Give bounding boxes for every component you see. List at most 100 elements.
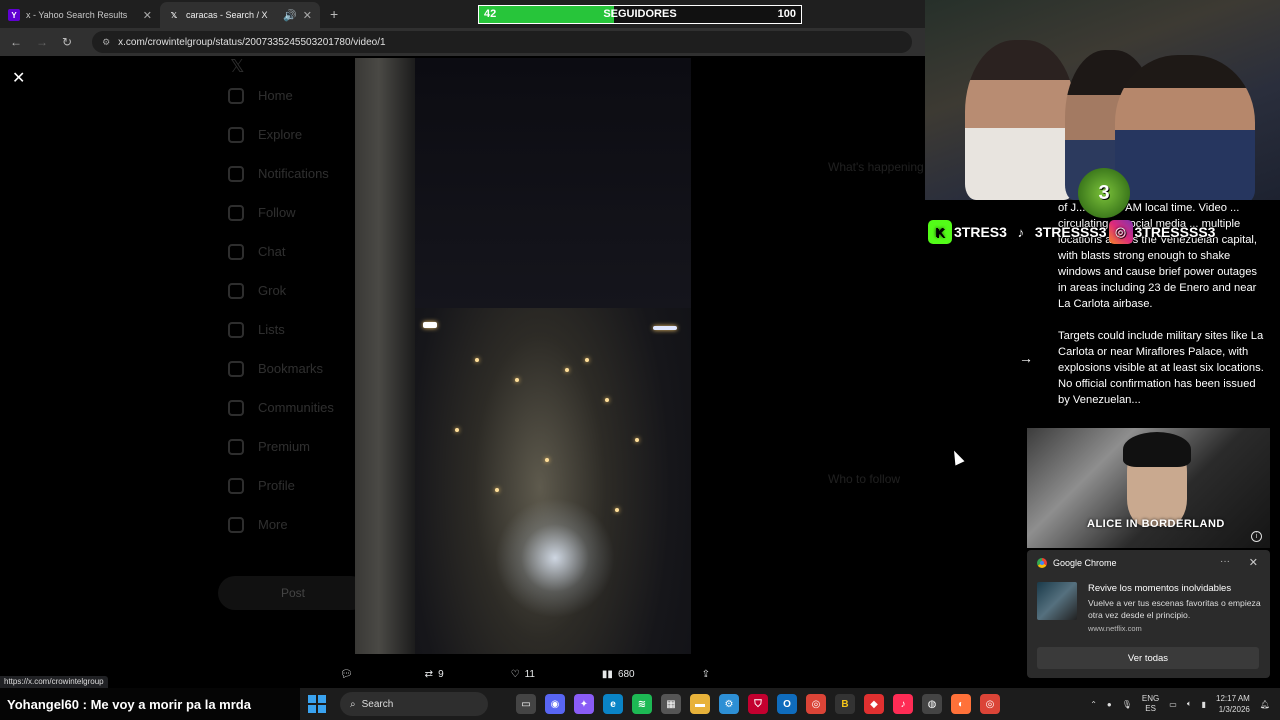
yahoo-icon: Y	[8, 9, 20, 21]
share-button[interactable]: ⇪	[702, 669, 710, 680]
info-icon[interactable]: i	[1251, 531, 1262, 542]
chrome-notification[interactable]: Google Chrome ··· ✕ Revive los momentos …	[1027, 550, 1270, 678]
tab-title: caracas - Search / X	[186, 10, 268, 20]
chevron-up-icon[interactable]: ⌃	[1090, 700, 1097, 709]
mic-icon[interactable]: 🎙︎	[1122, 700, 1132, 709]
night-sky	[415, 58, 691, 309]
more-options-icon[interactable]: ···	[1220, 556, 1230, 567]
edge-icon[interactable]: e	[603, 694, 623, 714]
new-tab-button[interactable]: +	[320, 6, 348, 28]
nav-explore[interactable]: Explore	[218, 115, 358, 154]
nav-notifications[interactable]: Notifications	[218, 154, 358, 193]
battery-icon[interactable]: ▮	[1202, 700, 1206, 709]
like-button[interactable]: ♡ 11	[511, 669, 535, 680]
notification-header: Google Chrome	[1037, 558, 1117, 568]
repost-button[interactable]: ⇄ 9	[425, 669, 444, 680]
settings-app-icon[interactable]: ⚙	[719, 694, 739, 714]
chrome-icon[interactable]: ◎	[806, 694, 826, 714]
windows-taskbar: ⌕ Search ▭ ◉ ✦ e ≋ ▦ ▬ ⚙ ⛉ O ◎ B ◆ ♪ ◍ ◐…	[300, 688, 1280, 720]
notification-title: Revive los momentos inolvidables	[1088, 583, 1232, 594]
tab-yahoo[interactable]: Y x - Yahoo Search Results ✕	[0, 2, 160, 28]
video-player[interactable]	[355, 58, 691, 654]
instagram-handle: 3TRESSSS3	[1134, 224, 1216, 240]
chat-message: Yohangel60 : Me voy a morir pa la mrda	[0, 688, 300, 720]
notification-bell-icon[interactable]: 🔔︎	[1260, 700, 1270, 709]
city-light	[635, 438, 639, 442]
kick-handle: 3TRES3	[954, 224, 1007, 240]
netflix-ad[interactable]: ALICE IN BORDERLAND i	[1027, 428, 1270, 548]
volume-icon[interactable]: 🔈︎	[1187, 699, 1192, 709]
firefox-icon[interactable]: ◐	[951, 694, 971, 714]
chrome-icon[interactable]: ◎	[980, 694, 1000, 714]
bell-icon	[228, 165, 244, 182]
x-nav-dimmed: 𝕏 Home Explore Notifications Follow Chat…	[218, 56, 358, 544]
instagram-icon: ◎	[1108, 220, 1133, 244]
close-tab-icon[interactable]: ✕	[143, 9, 152, 22]
taskbar-search[interactable]: ⌕ Search	[340, 692, 488, 716]
close-icon[interactable]: ✕	[12, 68, 25, 88]
close-tab-icon[interactable]: ✕	[303, 9, 312, 22]
nav-premium[interactable]: Premium	[218, 427, 358, 466]
b-app-icon[interactable]: B	[835, 694, 855, 714]
x-sidebar-dimmed: What's happening Who to follow	[828, 156, 924, 490]
store-icon[interactable]: ▦	[661, 694, 681, 714]
nav-bookmarks[interactable]: Bookmarks	[218, 349, 358, 388]
site-info-icon[interactable]: ⚙	[102, 37, 110, 48]
nav-chat[interactable]: Chat	[218, 232, 358, 271]
clock[interactable]: 12:17 AM 1/3/2026	[1216, 693, 1250, 715]
ver-todas-button[interactable]: Ver todas	[1037, 647, 1259, 669]
nav-communities[interactable]: Communities	[218, 388, 358, 427]
post-button[interactable]: Post	[218, 576, 368, 610]
channel-logo: 3	[1078, 168, 1130, 218]
people-icon	[228, 399, 244, 416]
windows-start-icon[interactable]	[308, 695, 326, 713]
x-video-viewer: 𝕏 Home Explore Notifications Follow Chat…	[0, 56, 925, 688]
tray-app-icon[interactable]: ●	[1107, 700, 1112, 709]
streamer-3	[1115, 55, 1255, 200]
file-explorer-icon[interactable]: ▬	[690, 694, 710, 714]
nav-more[interactable]: More	[218, 505, 358, 544]
speaker-icon[interactable]: 🔊	[283, 9, 297, 22]
close-icon[interactable]: ✕	[1249, 556, 1258, 569]
notification-url: www.netflix.com	[1088, 624, 1142, 633]
search-icon: ⌕	[350, 698, 356, 710]
obs-icon[interactable]: ◍	[922, 694, 942, 714]
post-text-1: of J... at 2:00 AM local time. Video ...…	[1058, 202, 1258, 310]
ad-hair	[1123, 432, 1191, 467]
next-arrow-icon[interactable]: →	[1019, 350, 1033, 366]
taskbar-apps: ▭ ◉ ✦ e ≋ ▦ ▬ ⚙ ⛉ O ◎ B ◆ ♪ ◍ ◐ ◎	[516, 694, 1000, 714]
discord-icon[interactable]: ◉	[545, 694, 565, 714]
reload-icon[interactable]: ↻	[62, 35, 72, 49]
copilot-icon[interactable]: ✦	[574, 694, 594, 714]
tab-x-search[interactable]: 𝕏 caracas - Search / X 🔊 ✕	[160, 2, 320, 28]
address-bar[interactable]: ⚙ x.com/crowintelgroup/status/2007335245…	[92, 31, 913, 53]
system-tray: ⌃ ● 🎙︎ ENG ES ▭ 🔈︎ ▮ 12:17 AM 1/3/2026 🔔︎	[1090, 693, 1280, 715]
red-app-icon[interactable]: ◆	[864, 694, 884, 714]
nav-home[interactable]: Home	[218, 76, 358, 115]
more-icon	[228, 516, 244, 533]
status-url: https://x.com/crowintelgroup	[0, 676, 108, 688]
reply-button[interactable]: 💬︎	[340, 669, 358, 680]
nav-follow[interactable]: Follow	[218, 193, 358, 232]
chat-text: Me voy a morir pa la mrda	[90, 696, 251, 712]
forward-icon[interactable]: →	[36, 35, 48, 49]
nav-lists[interactable]: Lists	[218, 310, 358, 349]
nav-profile[interactable]: Profile	[218, 466, 358, 505]
x-logo-icon[interactable]: 𝕏	[218, 56, 358, 76]
city-light	[455, 428, 459, 432]
shield-icon[interactable]: ⛉	[748, 694, 768, 714]
outlook-icon[interactable]: O	[777, 694, 797, 714]
bookmark-icon	[228, 360, 244, 377]
repost-icon: ⇄	[424, 668, 434, 680]
notification-thumbnail	[1037, 582, 1077, 620]
back-icon[interactable]: ←	[10, 35, 22, 49]
heart-icon: ♡	[510, 668, 520, 680]
nav-grok[interactable]: Grok	[218, 271, 358, 310]
views-button[interactable]: ▮▮ 680	[602, 669, 635, 680]
tiktok-icon[interactable]: ♪	[893, 694, 913, 714]
language-indicator[interactable]: ENG ES	[1142, 694, 1159, 714]
network-icon[interactable]: ▭	[1169, 700, 1177, 709]
task-view-icon[interactable]: ▭	[516, 694, 536, 714]
tiktok-icon: ♪	[1008, 220, 1033, 244]
spotify-icon[interactable]: ≋	[632, 694, 652, 714]
